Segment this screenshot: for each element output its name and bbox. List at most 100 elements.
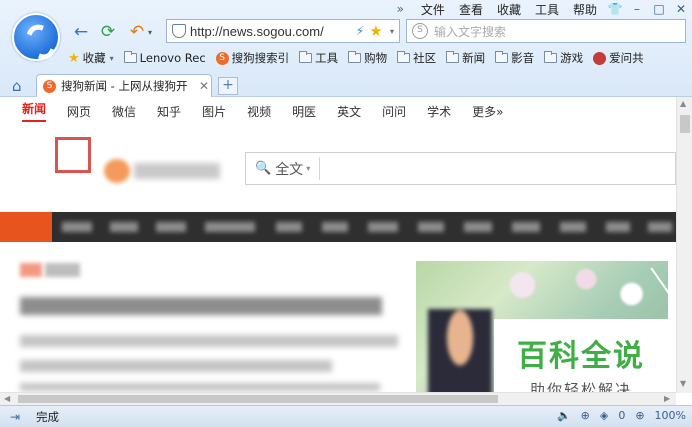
horizontal-scrollbar[interactable]: ◀ ▶	[0, 392, 676, 405]
section-label	[45, 263, 80, 277]
channel-active-item[interactable]	[0, 212, 52, 242]
channel-item[interactable]	[648, 222, 672, 232]
summary-line-blurred[interactable]	[20, 335, 398, 347]
channel-item[interactable]	[512, 222, 540, 232]
bookmark-label: 新闻	[462, 51, 486, 65]
vertical-scroll-thumb[interactable]	[680, 115, 690, 133]
news-search-box[interactable]: 🔍 全文 ▾	[245, 152, 676, 185]
site-nav-medical[interactable]: 明医	[292, 103, 316, 120]
channel-item[interactable]	[205, 222, 255, 232]
avatar-icon	[593, 51, 607, 65]
photo-person	[428, 309, 492, 405]
channel-item[interactable]	[606, 222, 630, 232]
scroll-down-icon[interactable]: ▼	[680, 379, 686, 388]
site-logo[interactable]	[104, 155, 222, 183]
bookmark-folder-tools[interactable]: 工具	[299, 50, 338, 66]
address-bar[interactable]: http://news.sogou.com/ ⚡ ★ ▾	[166, 19, 400, 43]
security-shield-icon[interactable]	[172, 24, 186, 38]
channel-item[interactable]	[62, 222, 92, 232]
bookmark-sogou-search[interactable]: S 搜狗搜索引	[215, 50, 289, 66]
channel-item[interactable]	[110, 222, 138, 232]
status-tray: 🔈 ⊕ ◈ 0 ⊕ 100%	[547, 409, 686, 422]
channel-item[interactable]	[464, 222, 492, 232]
scroll-left-icon[interactable]: ◀	[4, 394, 10, 403]
back-button[interactable]: ←	[70, 22, 92, 42]
bookmark-folder-lenovo[interactable]: Lenovo Rec	[123, 51, 206, 65]
site-nav-zhihu[interactable]: 知乎	[157, 103, 181, 120]
site-nav-scholar[interactable]: 学术	[427, 103, 451, 120]
site-nav-wenwen[interactable]: 问问	[382, 103, 406, 120]
favorites-star-icon: ★	[68, 50, 80, 66]
summary-line-blurred[interactable]	[20, 360, 332, 372]
menu-help[interactable]: 帮助	[573, 1, 597, 18]
zoom-level[interactable]: 100%	[655, 409, 686, 422]
blocked-count: 0	[618, 409, 626, 422]
search-engine-icon[interactable]: S	[412, 23, 428, 39]
volume-icon[interactable]: 🔈	[557, 409, 571, 422]
new-tab-button[interactable]: +	[218, 77, 238, 95]
shield-icon[interactable]: ◈	[600, 409, 608, 422]
bookmark-label: 工具	[315, 51, 339, 65]
bookmark-folder-shopping[interactable]: 购物	[348, 50, 387, 66]
address-dropdown-icon[interactable]: ▾	[385, 27, 399, 36]
close-tab-icon[interactable]: ✕	[199, 79, 209, 93]
chevron-down-icon[interactable]: ▾	[306, 164, 310, 173]
minimize-button[interactable]: –	[626, 2, 648, 16]
undo-close-button[interactable]: ↶	[126, 22, 148, 42]
maximize-button[interactable]: □	[648, 2, 670, 16]
channel-item[interactable]	[322, 222, 348, 232]
bookmark-folder-community[interactable]: 社区	[397, 50, 436, 66]
bookmark-folder-news[interactable]: 新闻	[446, 50, 485, 66]
channel-item[interactable]	[418, 222, 444, 232]
site-nav-more[interactable]: 更多»	[472, 103, 503, 120]
bookmark-favorites[interactable]: ★ 收藏 ▾	[68, 50, 114, 66]
bookmark-label: 爱问共	[609, 51, 644, 65]
site-nav-weixin[interactable]: 微信	[112, 103, 136, 120]
extension-icon[interactable]: ⊕	[581, 409, 590, 422]
url-text[interactable]: http://news.sogou.com/	[190, 24, 353, 39]
summary-line-blurred[interactable]	[20, 383, 380, 391]
undo-dropdown-icon[interactable]: ▾	[148, 28, 152, 37]
search-scope-select[interactable]: 全文	[275, 159, 303, 179]
refresh-button[interactable]: ⟳	[97, 22, 119, 42]
search-input[interactable]: 输入文字搜索	[434, 23, 506, 40]
bookmark-label: 购物	[364, 51, 388, 65]
site-nav-english[interactable]: 英文	[337, 103, 361, 120]
zoom-icon[interactable]: ⊕	[635, 409, 644, 422]
close-window-button[interactable]: ✕	[670, 2, 692, 16]
menu-favorites[interactable]: 收藏	[497, 1, 521, 18]
status-text: 完成	[36, 409, 59, 424]
horizontal-scroll-thumb[interactable]	[18, 395, 498, 403]
vertical-scrollbar[interactable]: ▲ ▼	[676, 97, 692, 393]
site-nav-web[interactable]: 网页	[67, 103, 91, 120]
search-box[interactable]: S 输入文字搜索	[406, 19, 686, 43]
scroll-up-icon[interactable]: ▲	[680, 99, 686, 108]
menu-view[interactable]: 查看	[459, 1, 483, 18]
scroll-right-icon[interactable]: ▶	[664, 394, 670, 403]
folder-icon	[446, 51, 460, 63]
sidebar-toggle-icon[interactable]: ⇥	[10, 410, 26, 424]
bookmark-folder-games[interactable]: 游戏	[544, 50, 583, 66]
menu-overflow-button[interactable]: »	[397, 2, 404, 16]
home-icon[interactable]: ⌂	[12, 77, 22, 95]
channel-item[interactable]	[276, 222, 302, 232]
menu-file[interactable]: 文件	[421, 1, 445, 18]
channel-item[interactable]	[560, 222, 586, 232]
bookmark-star-icon[interactable]: ★	[367, 22, 385, 40]
tab-sogou-news[interactable]: S 搜狗新闻 - 上网从搜狗开 ✕	[36, 74, 212, 97]
channel-item[interactable]	[156, 222, 186, 232]
photo-background	[486, 261, 668, 321]
headline-blurred[interactable]	[20, 297, 382, 315]
browser-logo-icon[interactable]	[12, 13, 60, 61]
site-nav-news[interactable]: 新闻	[22, 100, 46, 122]
bookmark-iask[interactable]: 爱问共	[593, 50, 644, 66]
bookmark-folder-media[interactable]: 影音	[495, 50, 534, 66]
site-nav-images[interactable]: 图片	[202, 103, 226, 120]
section-heading-blurred	[20, 263, 82, 277]
menu-tools[interactable]: 工具	[535, 1, 559, 18]
site-nav-video[interactable]: 视频	[247, 103, 271, 120]
bookmarks-bar: ★ 收藏 ▾ Lenovo Rec S 搜狗搜索引 工具 购物 社区 新闻 影音…	[68, 48, 654, 68]
channel-item[interactable]	[368, 222, 398, 232]
skin-button[interactable]: 👕	[604, 2, 626, 16]
speed-mode-icon[interactable]: ⚡	[353, 24, 367, 38]
